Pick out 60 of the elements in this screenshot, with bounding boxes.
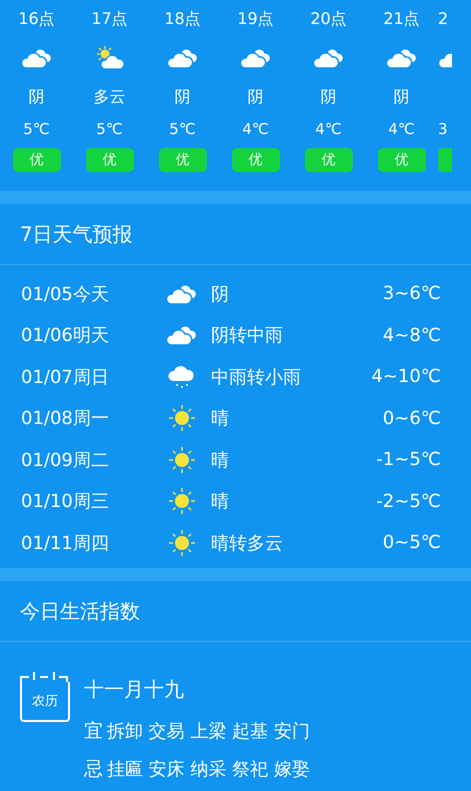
day-date: 01/08周一 (21, 407, 110, 430)
hour-label: 16点 (18, 8, 55, 30)
day-date: 01/11周四 (21, 532, 110, 555)
day-date: 01/06明天 (21, 324, 110, 348)
condition-label: 阴 (248, 86, 264, 108)
air-quality-tag: 优 (232, 148, 280, 172)
temperature-range: 3~6℃ (382, 283, 441, 304)
condition-label: 阴 (211, 282, 230, 306)
temperature-range: 0~5℃ (382, 532, 441, 554)
sun-icon (168, 446, 196, 474)
condition-label: 晴转多云 (211, 532, 284, 555)
rain-cloud-icon (168, 364, 196, 390)
section-title: 今日生活指数 (0, 580, 471, 642)
hour-label: 18点 (164, 8, 201, 30)
hour-label: 20点 (310, 8, 347, 30)
temperature-range: 4~8℃ (382, 324, 441, 346)
condition-label: 中雨转小雨 (211, 366, 302, 389)
temperature-label: 5℃ (23, 119, 50, 140)
temperature-label: 5℃ (96, 119, 123, 140)
section-title: 7日天气预报 (0, 204, 471, 265)
condition-label: 晴 (211, 407, 230, 430)
air-quality-tag: 优 (158, 148, 206, 172)
hour-label: 21点 (383, 8, 420, 30)
auspicious-mark: 宜 (84, 718, 103, 744)
hour-label: 17点 (91, 8, 128, 30)
auspicious-activities: 拆卸 交易 上梁 起基 安门 (107, 720, 310, 742)
hour-label: 19点 (237, 8, 274, 30)
condition-label: 阴 (320, 86, 336, 108)
inauspicious-activities: 挂匾 安床 纳采 祭祀 嫁娶 (107, 758, 310, 780)
temperature-label: 4℃ (388, 119, 415, 140)
temperature-label: 5℃ (169, 119, 196, 140)
condition-label: 多云 (94, 86, 126, 108)
condition-label: 阴 (28, 86, 44, 108)
air-quality-tag: 优 (304, 148, 352, 172)
calendar-label: 农历 (32, 692, 58, 710)
condition-label: 阴 (174, 86, 190, 108)
temperature-label: 3 (438, 119, 448, 140)
condition-label: 阴 (394, 86, 410, 108)
day-date: 01/07周日 (21, 366, 110, 389)
inauspicious-mark: 忌 (84, 756, 103, 782)
temperature-label: 4℃ (242, 119, 269, 140)
sun-icon (168, 404, 196, 432)
condition-label: 晴 (211, 490, 230, 514)
air-quality-tag: 优 (86, 148, 134, 172)
air-quality-tag: 优 (378, 148, 426, 172)
temperature-range: 0~6℃ (382, 408, 441, 429)
sun-icon (168, 487, 196, 516)
day-date: 01/05今天 (21, 282, 110, 306)
condition-label: 阴转中雨 (211, 324, 284, 348)
day-date: 01/10周三 (21, 490, 110, 514)
hour-label: 2 (438, 8, 448, 30)
air-quality-tag: 优 (12, 148, 60, 172)
temperature-range: -2~5℃ (376, 490, 441, 512)
day-date: 01/09周二 (21, 448, 110, 472)
temperature-range: -1~5℃ (376, 449, 441, 470)
temperature-label: 4℃ (315, 119, 342, 140)
lunar-date: 十一月十九 (84, 676, 185, 702)
condition-label: 晴 (211, 448, 230, 472)
temperature-range: 4~10℃ (371, 366, 441, 388)
sun-icon (168, 528, 196, 557)
